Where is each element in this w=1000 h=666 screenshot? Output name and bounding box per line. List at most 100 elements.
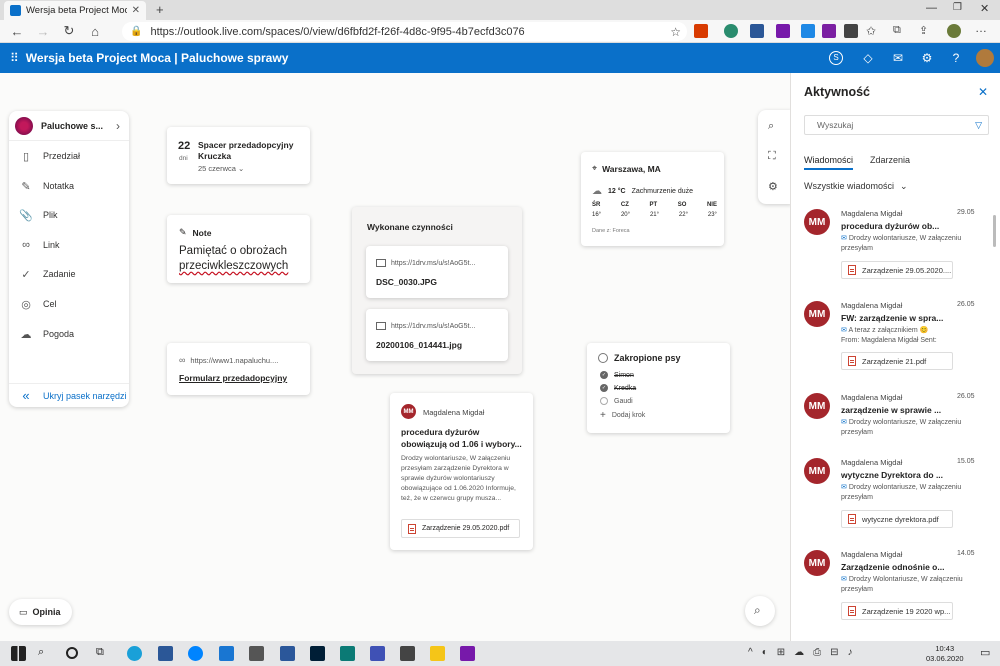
attachment-chip[interactable]: wytyczne dyrektora.pdf [841, 510, 953, 528]
user-avatar[interactable] [976, 49, 994, 67]
whats-new-icon[interactable]: ✉ [891, 51, 905, 65]
more-menu-icon[interactable]: … [975, 21, 989, 35]
settings-gear-icon[interactable]: ⚙ [920, 51, 934, 65]
onenote-icon[interactable] [460, 646, 475, 661]
help-icon[interactable]: ? [949, 51, 963, 65]
word-icon[interactable] [280, 646, 295, 661]
share-icon[interactable]: ⇪ [919, 24, 933, 38]
extension-badge-icon[interactable] [724, 24, 738, 38]
message-item[interactable]: MM Magdalena Migdał 29.05 procedura dyżu… [791, 207, 991, 287]
refresh-icon[interactable]: ↻ [56, 20, 82, 42]
app-launcher-icon[interactable]: ⠿ [10, 51, 19, 65]
fit-screen-icon[interactable]: ⛶ [768, 150, 776, 163]
close-tab-icon[interactable]: ✕ [132, 5, 140, 16]
filter-icon[interactable]: ▽ [975, 120, 982, 131]
profile-avatar[interactable] [947, 24, 961, 38]
collections-icon[interactable]: ⧉ [893, 24, 907, 38]
task-view-icon[interactable]: ⧉ [96, 646, 111, 661]
edge-icon[interactable] [127, 646, 142, 661]
app-extension-icon[interactable] [844, 24, 858, 38]
tool-weather[interactable]: ☁ Pogoda [9, 324, 129, 344]
settings-icon[interactable]: ⚙ [768, 180, 778, 193]
attachment-chip[interactable]: Zarządzenie 29.05.2020.... [841, 261, 953, 279]
outlook-app-icon[interactable] [249, 646, 264, 661]
windows-start-icon[interactable] [11, 646, 26, 661]
forecast-day: PT [649, 202, 658, 208]
pen-extension-icon[interactable] [801, 24, 815, 38]
weather-card[interactable]: ⌖ Warszawa, MA ☁ 12 °C Zachmurzenie duże… [581, 152, 724, 246]
mail-app-icon[interactable] [158, 646, 173, 661]
tool-file[interactable]: 📎 Plik [9, 205, 129, 225]
new-tab-icon[interactable]: + [156, 2, 164, 17]
attachment-chip[interactable]: Zarządzenie 29.05.2020.pdf [401, 519, 520, 538]
clock[interactable]: 10:43 03.06.2020 [926, 644, 964, 664]
scrollbar-thumb[interactable] [993, 215, 996, 247]
search-icon[interactable]: ⌕ [768, 120, 774, 133]
message-filter-dropdown[interactable]: Wszystkie wiadomości ⌄ [804, 181, 908, 192]
message-item[interactable]: MM Magdalena Migdał 14.05 Zarządzenie od… [791, 548, 991, 628]
task-list-card[interactable]: Zakropione psy ✓ Simon ✓ Kredka Gaudi + … [587, 343, 730, 433]
back-icon[interactable]: ← [4, 20, 30, 42]
checked-circle-icon[interactable]: ✓ [600, 371, 608, 379]
event-title: Spacer przedadopcyjny Kruczka [198, 140, 294, 161]
favorites-icon[interactable]: ✩ [866, 24, 880, 38]
vault-extension-icon[interactable] [822, 24, 836, 38]
note-card[interactable]: ✎ Note Pamiętać o obrożach przeciwkleszc… [167, 215, 310, 283]
restore-icon[interactable]: ❐ [953, 2, 962, 13]
favorite-star-icon[interactable]: ☆ [670, 25, 681, 39]
link-card[interactable]: ∞ https://www1.napaluchu.... Formularz p… [167, 343, 310, 395]
message-item[interactable]: MM Magdalena Migdał 15.05 wytyczne Dyrek… [791, 456, 991, 536]
calculator-icon[interactable] [400, 646, 415, 661]
close-panel-icon[interactable]: ✕ [978, 85, 988, 99]
address-input[interactable]: 🔒 https://outlook.live.com/spaces/0/view… [122, 22, 687, 41]
attachment-chip[interactable]: Zarządzenie 21.pdf [841, 352, 953, 370]
cortana-icon[interactable] [66, 647, 78, 659]
skype-icon[interactable]: S [829, 51, 843, 65]
event-card[interactable]: 22 dni Spacer przedadopcyjny Kruczka 25 … [167, 127, 310, 184]
checkbox-circle-icon[interactable] [598, 353, 608, 363]
onenote-extension-icon[interactable] [776, 24, 790, 38]
unchecked-circle-icon[interactable] [600, 397, 608, 405]
tab-events[interactable]: Zdarzenia [870, 155, 910, 165]
email-card[interactable]: MM Magdalena Migdał procedura dyżurów ob… [390, 393, 533, 550]
file-card[interactable]: https://1drv.ms/u/s!AoG5t... DSC_0030.JP… [366, 246, 508, 298]
panel-search-input[interactable]: Wyszukaj ▽ [804, 115, 989, 135]
messenger-icon[interactable] [188, 646, 203, 661]
tool-note[interactable]: ✎ Notatka [9, 176, 129, 196]
notifications-icon[interactable]: ▭ [980, 646, 995, 661]
app-icon[interactable] [219, 646, 234, 661]
close-window-icon[interactable]: ✕ [980, 2, 989, 15]
zoom-button[interactable]: ⌕ [745, 596, 775, 626]
event-date[interactable]: 25 czerwca ⌄ [198, 164, 244, 173]
add-step-button[interactable]: + Dodaj krok [600, 410, 645, 421]
mail-extension-icon[interactable] [750, 24, 764, 38]
space-selector[interactable]: Paluchowe s... › [9, 111, 129, 141]
minimize-icon[interactable]: — [926, 2, 937, 14]
translator-icon[interactable] [370, 646, 385, 661]
home-icon[interactable]: ⌂ [82, 20, 108, 42]
checked-circle-icon[interactable]: ✓ [600, 384, 608, 392]
message-item[interactable]: MM Magdalena Migdał 26.05 FW: zarządzeni… [791, 299, 991, 379]
hide-toolbar-button[interactable]: « Ukryj pasek narzędzi [9, 383, 129, 407]
office-extension-icon[interactable] [694, 24, 708, 38]
tool-goal[interactable]: ◎ Cel [9, 294, 129, 314]
tool-task[interactable]: ✓ Zadanie [9, 264, 129, 284]
opinion-button[interactable]: ▭ Opinia [9, 599, 72, 625]
browser-tab[interactable]: Wersja beta Project Moca | Palu ✕ [4, 1, 146, 20]
tool-divider[interactable]: ▯ Przedział [9, 146, 129, 166]
link-title[interactable]: Formularz przedadopcyjny [179, 373, 287, 383]
forward-icon[interactable]: → [30, 20, 56, 42]
tool-link[interactable]: ∞ Link [9, 235, 129, 255]
file-card[interactable]: https://1drv.ms/u/s!AoG5t... 20200106_01… [366, 309, 508, 361]
file-explorer-icon[interactable] [430, 646, 445, 661]
activity-panel: Aktywność ✕ Wyszukaj ▽ Wiadomości Zdarze… [790, 73, 1000, 641]
premium-diamond-icon[interactable]: ◇ [861, 51, 875, 65]
done-group-card[interactable]: Wykonane czynności https://1drv.ms/u/s!A… [352, 207, 522, 374]
attachment-chip[interactable]: Zarządzenie 19 2020 wp... [841, 602, 953, 620]
publisher-icon[interactable] [340, 646, 355, 661]
zoom-icon: ⌕ [754, 603, 761, 617]
tab-messages[interactable]: Wiadomości [804, 155, 854, 170]
message-item[interactable]: MM Magdalena Migdał 26.05 zarządzenie w … [791, 391, 991, 439]
search-icon[interactable]: ⌕ [38, 646, 53, 661]
photoshop-icon[interactable] [310, 646, 325, 661]
